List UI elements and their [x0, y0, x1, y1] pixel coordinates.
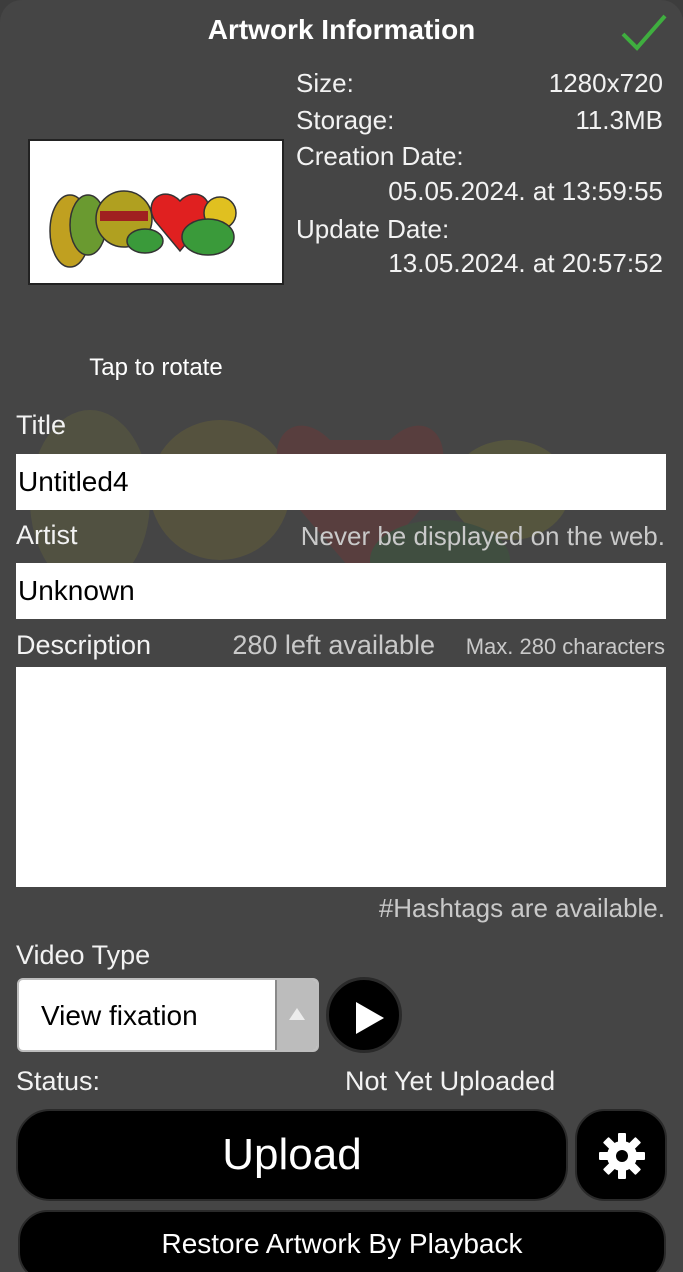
artist-input[interactable]: [16, 563, 666, 619]
status-label: Status:: [16, 1066, 101, 1096]
status-value: Not Yet Uploaded: [345, 1066, 556, 1096]
hashtags-hint: #Hashtags are available.: [378, 893, 665, 923]
storage-value: 11.3MB: [575, 105, 663, 135]
upload-button[interactable]: Upload: [16, 1109, 568, 1201]
update-date-label: Update Date:: [296, 214, 450, 244]
size-label: Size:: [296, 68, 354, 98]
title-label: Title: [16, 410, 67, 440]
size-value: 1280x720: [548, 68, 663, 98]
description-remaining: 280 left available: [232, 630, 435, 660]
description-textarea[interactable]: [16, 667, 666, 887]
restore-artwork-button[interactable]: Restore Artwork By Playback: [18, 1210, 666, 1272]
chevron-up-icon: [275, 980, 317, 1050]
settings-button[interactable]: [575, 1109, 667, 1201]
storage-label: Storage:: [296, 105, 395, 135]
artwork-image: [49, 190, 237, 268]
rotate-hint[interactable]: Tap to rotate: [28, 354, 284, 382]
description-max: Max. 280 characters: [465, 634, 665, 659]
gear-icon: [599, 1133, 645, 1179]
update-date-value: 13.05.2024. at 20:57:52: [388, 248, 663, 278]
title-input[interactable]: [16, 454, 666, 510]
creation-date-label: Creation Date:: [296, 141, 464, 171]
description-label: Description: [16, 630, 152, 660]
video-type-select[interactable]: View fixation: [17, 978, 319, 1052]
artwork-thumbnail[interactable]: [28, 139, 284, 285]
play-icon: [356, 1002, 384, 1034]
artist-hint: Never be displayed on the web.: [300, 521, 665, 551]
checkmark-icon[interactable]: [619, 10, 669, 54]
artwork-info-panel: Artwork Information Size: 1280x720 Stora…: [0, 0, 683, 1272]
artist-label: Artist: [16, 520, 78, 550]
video-type-label: Video Type: [16, 940, 151, 970]
page-title: Artwork Information: [207, 14, 476, 45]
creation-date-value: 05.05.2024. at 13:59:55: [388, 176, 663, 206]
video-type-selected: View fixation: [41, 1000, 198, 1031]
play-button[interactable]: [326, 977, 402, 1053]
